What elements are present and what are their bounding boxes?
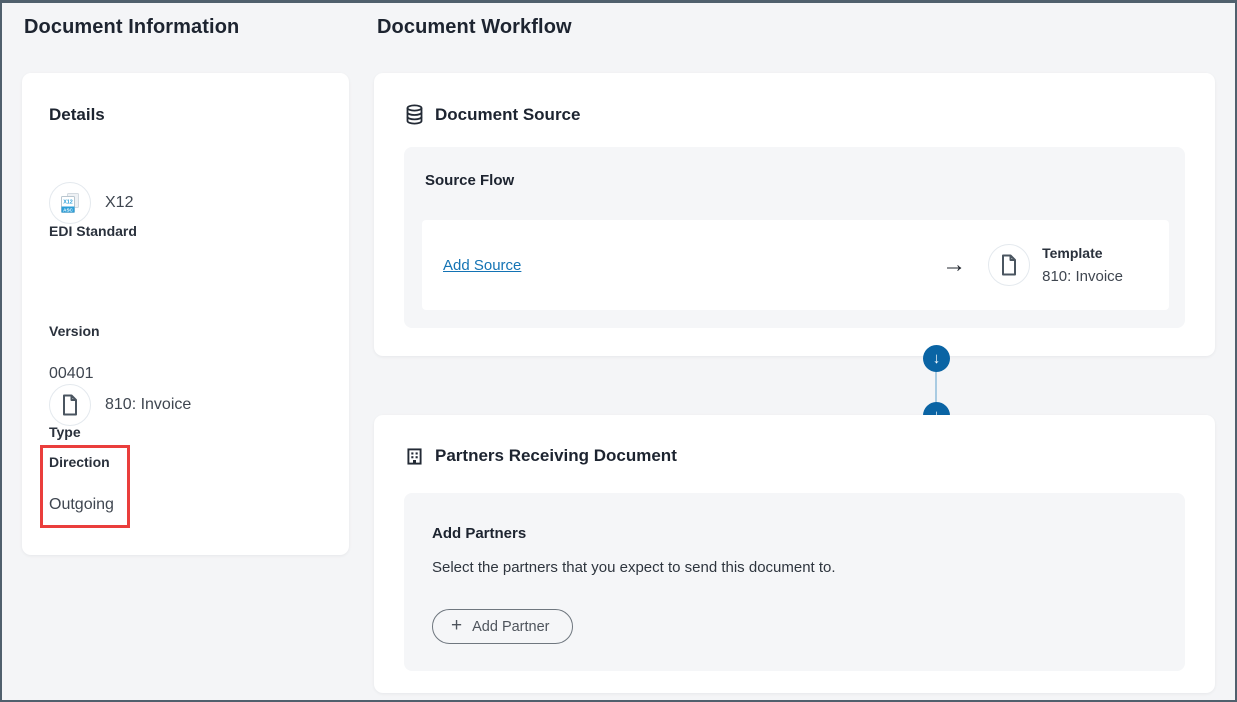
details-heading: Details bbox=[49, 105, 105, 125]
edi-standard-label: EDI Standard bbox=[49, 223, 137, 239]
document-icon bbox=[999, 253, 1019, 277]
add-partners-section: Add Partners Select the partners that yo… bbox=[404, 493, 1185, 671]
page-title-document-workflow: Document Workflow bbox=[377, 16, 572, 39]
type-label: Type bbox=[49, 424, 81, 440]
add-partners-heading: Add Partners bbox=[432, 525, 526, 542]
building-icon bbox=[405, 447, 424, 466]
source-flow-section: Source Flow Add Source → bbox=[404, 147, 1185, 328]
partners-receiving-header: Partners Receiving Document bbox=[405, 446, 677, 466]
partners-receiving-heading: Partners Receiving Document bbox=[435, 446, 677, 466]
document-source-card: Document Source Source Flow Add Source → bbox=[374, 73, 1215, 356]
page-title-document-information: Document Information bbox=[24, 16, 239, 39]
add-partner-button[interactable]: + Add Partner bbox=[432, 609, 573, 644]
source-flow-heading: Source Flow bbox=[425, 172, 514, 189]
plus-icon: + bbox=[451, 616, 462, 635]
flow-target-group: → Template 810: Invo bbox=[942, 244, 1123, 286]
add-source-link[interactable]: Add Source bbox=[443, 257, 521, 274]
document-source-header: Document Source bbox=[405, 104, 580, 125]
template-avatar bbox=[988, 244, 1030, 286]
svg-text:ASC: ASC bbox=[63, 207, 73, 212]
template-node-label: Template bbox=[1042, 245, 1123, 261]
app-window: Document Information Details EDI Standar… bbox=[0, 0, 1237, 702]
type-value: 810: Invoice bbox=[105, 384, 191, 426]
edi-standard-avatar: X12 ASC bbox=[49, 182, 91, 224]
arrow-down-icon: ↓ bbox=[923, 345, 950, 372]
template-node-value: 810: Invoice bbox=[1042, 268, 1123, 285]
source-flow-row: Add Source → Te bbox=[422, 220, 1169, 310]
template-node[interactable]: Template 810: Invoice bbox=[988, 244, 1123, 286]
type-avatar bbox=[49, 384, 91, 426]
add-partners-description: Select the partners that you expect to s… bbox=[432, 559, 836, 576]
details-card: Details EDI Standard X12 ASC X12 Version… bbox=[22, 73, 349, 555]
database-icon bbox=[405, 104, 424, 125]
x12-file-icon: X12 ASC bbox=[59, 191, 81, 215]
direction-label: Direction bbox=[49, 454, 110, 470]
add-partner-button-label: Add Partner bbox=[472, 619, 549, 635]
version-label: Version bbox=[49, 323, 100, 339]
arrow-right-icon: → bbox=[942, 253, 966, 277]
version-value: 00401 bbox=[49, 365, 94, 383]
template-node-text: Template 810: Invoice bbox=[1042, 245, 1123, 285]
document-source-heading: Document Source bbox=[435, 105, 580, 125]
edi-standard-value: X12 bbox=[105, 182, 133, 224]
direction-value: Outgoing bbox=[49, 496, 114, 514]
svg-text:X12: X12 bbox=[63, 200, 73, 206]
partners-receiving-card: Partners Receiving Document Add Partners… bbox=[374, 415, 1215, 693]
document-icon bbox=[60, 393, 80, 417]
